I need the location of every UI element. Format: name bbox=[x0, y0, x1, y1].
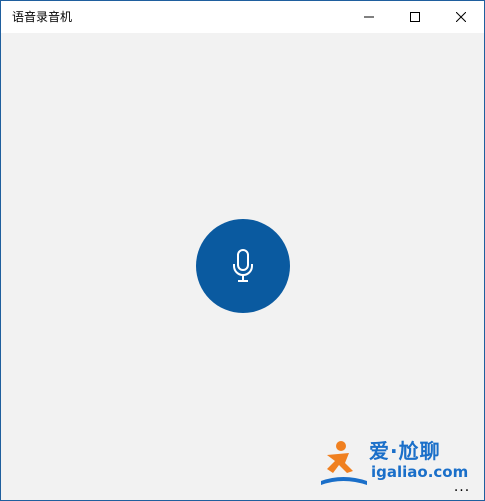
app-window: 语音录音机 爱·尬聊 igaliao.com ... bbox=[0, 0, 485, 501]
maximize-icon bbox=[410, 12, 420, 22]
window-title: 语音录音机 bbox=[12, 10, 73, 24]
record-button[interactable] bbox=[196, 219, 290, 313]
close-icon bbox=[456, 12, 466, 22]
minimize-icon bbox=[364, 16, 374, 18]
title-bar[interactable]: 语音录音机 bbox=[1, 1, 484, 33]
maximize-button[interactable] bbox=[392, 1, 438, 33]
microphone-icon bbox=[233, 249, 253, 282]
runner-logo-icon bbox=[321, 441, 367, 485]
more-options-button[interactable]: ... bbox=[447, 479, 477, 495]
close-button[interactable] bbox=[438, 1, 484, 33]
watermark-title: 爱·尬聊 bbox=[369, 439, 441, 463]
minimize-button[interactable] bbox=[346, 1, 392, 33]
